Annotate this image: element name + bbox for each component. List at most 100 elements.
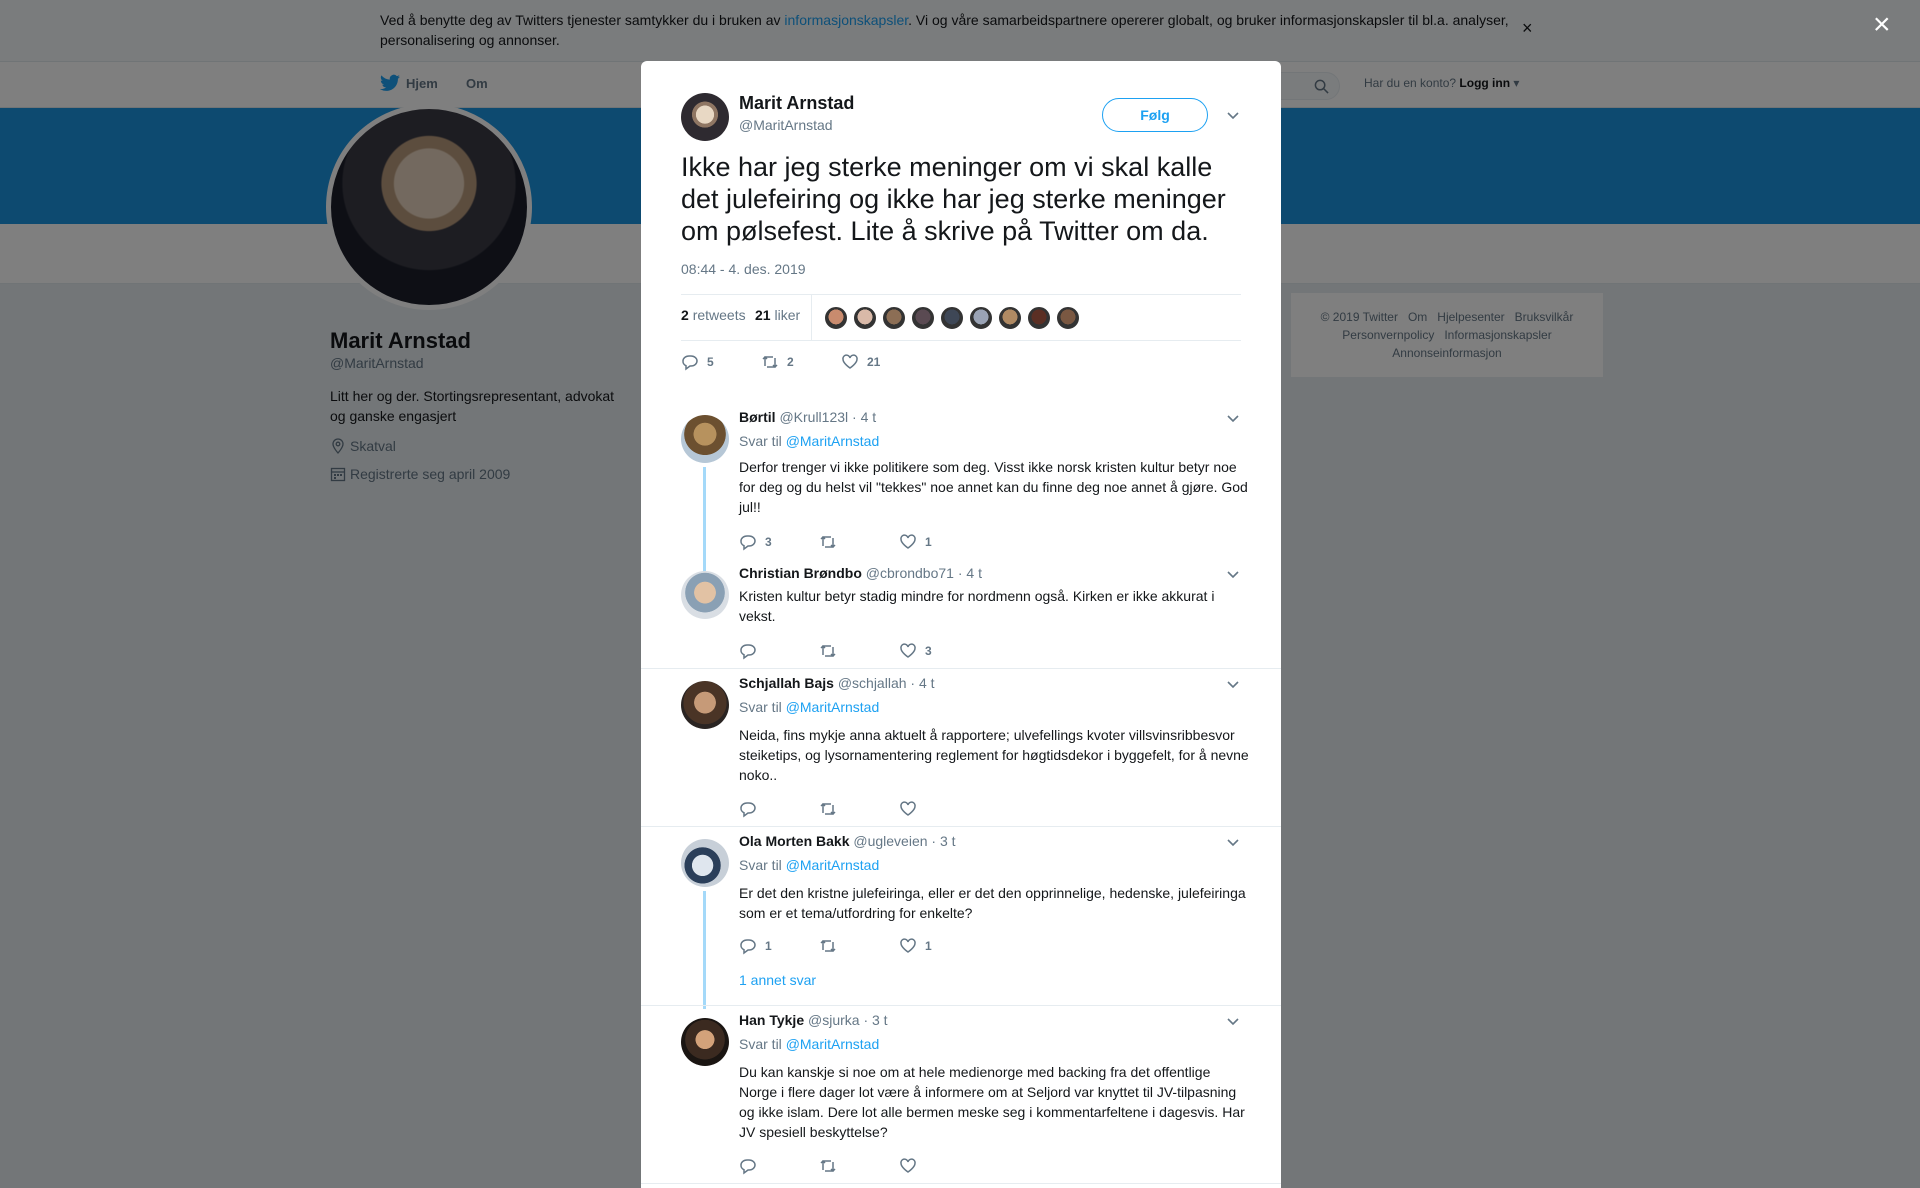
reply-author-name[interactable]: Schjallah Bajs — [739, 675, 834, 691]
tweet-author-handle[interactable]: @MaritArnstad — [739, 117, 833, 133]
chevron-down-icon[interactable] — [1226, 108, 1240, 122]
reply-icon — [682, 355, 698, 371]
reply-time[interactable]: · 4 t — [910, 675, 934, 691]
reply-to-link[interactable]: @MaritArnstad — [786, 433, 880, 449]
reply-to-link[interactable]: @MaritArnstad — [786, 857, 880, 873]
chevron-down-icon[interactable] — [1226, 677, 1240, 691]
follow-button[interactable]: Følg — [1102, 98, 1208, 132]
liker-avatar[interactable] — [939, 305, 965, 331]
reply-text: Neida, fins mykje anna aktuelt å rapport… — [739, 727, 1249, 783]
tweet-author-avatar[interactable] — [681, 93, 729, 141]
reply-header: Christian Brøndbo @cbrondbo71 · 4 t — [739, 565, 982, 581]
reply-separator — [641, 1183, 1281, 1184]
more-replies-link[interactable]: 1 annet svar — [739, 972, 816, 988]
reply-to-label: Svar til — [739, 857, 782, 873]
reply-to: Svar til @MaritArnstad — [739, 857, 879, 873]
reply-author-handle[interactable]: @cbrondbo71 — [866, 565, 954, 581]
chevron-down-icon[interactable] — [1226, 411, 1240, 425]
reply-avatar[interactable] — [681, 415, 729, 463]
reply-author-name[interactable]: Christian Brøndbo — [739, 565, 862, 581]
reply-to-label: Svar til — [739, 699, 782, 715]
like-action[interactable] — [899, 1157, 925, 1175]
retweet-icon — [820, 802, 836, 816]
reply-icon — [740, 802, 756, 818]
reply-author-handle[interactable]: @ugleveien — [853, 833, 927, 849]
reply-author-handle[interactable]: @Krull123l — [779, 409, 848, 425]
liker-avatar[interactable] — [823, 305, 849, 331]
retweet-action[interactable] — [819, 533, 845, 551]
reply-time[interactable]: · 4 t — [958, 565, 982, 581]
reply-text: Derfor trenger vi ikke politikere som de… — [739, 459, 1248, 515]
retweet-icon — [820, 939, 836, 953]
reply-author-name[interactable]: Ola Morten Bakk — [739, 833, 849, 849]
reply-action[interactable] — [739, 800, 765, 818]
retweet-icon — [762, 355, 778, 369]
reply-action[interactable] — [739, 642, 765, 660]
reply-time[interactable]: · 4 t — [852, 409, 876, 425]
reply-action[interactable] — [739, 1157, 765, 1175]
reply-avatar[interactable] — [681, 571, 729, 619]
reply-to-link[interactable]: @MaritArnstad — [786, 699, 880, 715]
chevron-down-icon[interactable] — [1226, 567, 1240, 581]
tweet-text: Ikke har jeg sterke meninger om vi skal … — [681, 152, 1226, 246]
reply-separator — [641, 668, 1281, 669]
reply-icon — [740, 1159, 756, 1175]
reply-avatar[interactable] — [681, 839, 729, 887]
retweet-icon — [820, 535, 836, 549]
reply-time[interactable]: · 3 t — [863, 1012, 887, 1028]
reply-avatar[interactable] — [681, 1018, 729, 1066]
likes-label: liker — [774, 307, 801, 323]
liker-avatar[interactable] — [968, 305, 994, 331]
liker-avatar[interactable] — [997, 305, 1023, 331]
retweet-action[interactable] — [819, 800, 845, 818]
retweet-action[interactable] — [819, 1157, 845, 1175]
reply-to-label: Svar til — [739, 433, 782, 449]
stats-divider — [811, 295, 812, 340]
reply-icon — [740, 644, 756, 660]
reply-author-handle[interactable]: @schjallah — [838, 675, 907, 691]
reply-text: Du kan kanskje si noe om at hele medieno… — [739, 1064, 1245, 1140]
tweet-timestamp[interactable]: 08:44 - 4. des. 2019 — [681, 261, 806, 277]
retweet-action[interactable]: 2 — [761, 353, 794, 371]
retweet-action[interactable] — [819, 642, 845, 660]
modal-close-button[interactable]: × — [1873, 10, 1891, 40]
likes-stat[interactable]: 21 liker — [755, 307, 800, 323]
likes-count: 21 — [755, 307, 771, 323]
reply-to-link[interactable]: @MaritArnstad — [786, 1036, 880, 1052]
like-action[interactable]: 1 — [899, 533, 932, 551]
like-action[interactable]: 1 — [899, 937, 932, 955]
liker-avatar[interactable] — [1026, 305, 1052, 331]
liker-avatar[interactable] — [881, 305, 907, 331]
like-count: 1 — [925, 535, 932, 549]
reply-action[interactable]: 5 — [681, 353, 714, 371]
like-action[interactable] — [899, 800, 925, 818]
liker-avatar[interactable] — [1055, 305, 1081, 331]
heart-icon — [900, 643, 916, 658]
reply-author-handle[interactable]: @sjurka — [808, 1012, 860, 1028]
reply-count: 5 — [707, 355, 714, 369]
retweets-stat[interactable]: 2 retweets — [681, 307, 746, 323]
liker-avatar[interactable] — [852, 305, 878, 331]
reply-avatar[interactable] — [681, 681, 729, 729]
tweet-stats: 2 retweets 21 liker — [681, 294, 1241, 341]
tweet-author-name[interactable]: Marit Arnstad — [739, 93, 854, 114]
reply-author-name[interactable]: Han Tykje — [739, 1012, 804, 1028]
reply-author-name[interactable]: Børtil — [739, 409, 776, 425]
like-action[interactable]: 3 — [899, 642, 932, 660]
reply-header: Han Tykje @sjurka · 3 t — [739, 1012, 888, 1028]
reply-icon — [740, 535, 756, 551]
retweet-action[interactable] — [819, 937, 845, 955]
chevron-down-icon[interactable] — [1226, 1014, 1240, 1028]
like-action[interactable]: 21 — [841, 353, 880, 371]
chevron-down-icon[interactable] — [1226, 835, 1240, 849]
reply-time[interactable]: · 3 t — [931, 833, 955, 849]
reply-action[interactable]: 1 — [739, 937, 772, 955]
heart-icon — [900, 534, 916, 549]
retweet-icon — [820, 1159, 836, 1173]
reply-action[interactable]: 3 — [739, 533, 772, 551]
heart-icon — [900, 1158, 916, 1173]
liker-avatar[interactable] — [910, 305, 936, 331]
reply-icon — [740, 939, 756, 955]
retweets-count: 2 — [681, 307, 689, 323]
reply-separator — [641, 1005, 1281, 1006]
